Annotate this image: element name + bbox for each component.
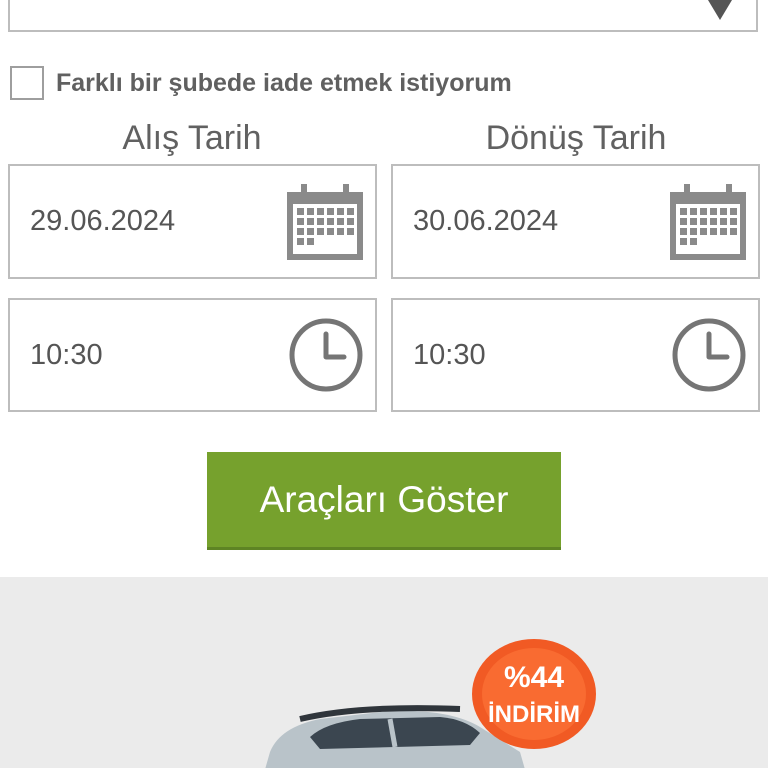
pickup-time-field[interactable]: 10:30 <box>8 298 377 412</box>
clock-icon[interactable] <box>287 316 365 394</box>
pickup-date-value: 29.06.2024 <box>30 205 176 237</box>
location-select[interactable] <box>8 0 758 32</box>
different-branch-checkbox[interactable] <box>10 66 44 100</box>
return-time-value: 10:30 <box>413 338 486 371</box>
show-cars-button[interactable]: Araçları Göster <box>207 452 561 550</box>
return-heading: Dönüş Tarih <box>485 119 667 157</box>
return-date-value: 30.06.2024 <box>413 205 559 237</box>
clock-icon[interactable] <box>670 316 748 394</box>
calendar-icon[interactable] <box>285 182 365 262</box>
dropdown-arrow-icon <box>708 0 732 20</box>
discount-word: İNDİRİM <box>488 701 580 728</box>
calendar-icon[interactable] <box>668 182 748 262</box>
discount-badge: %44 İNDİRİM <box>472 639 596 749</box>
discount-percent: %44 <box>504 661 564 694</box>
pickup-time-value: 10:30 <box>30 338 103 371</box>
return-date-field[interactable]: 30.06.2024 <box>391 164 760 279</box>
pickup-date-field[interactable]: 29.06.2024 <box>8 164 377 279</box>
promo-banner[interactable]: %44 İNDİRİM <box>0 577 768 768</box>
return-time-field[interactable]: 10:30 <box>391 298 760 412</box>
different-branch-label[interactable]: Farklı bir şubede iade etmek istiyorum <box>56 66 512 100</box>
pickup-heading: Alış Tarih <box>122 119 262 157</box>
